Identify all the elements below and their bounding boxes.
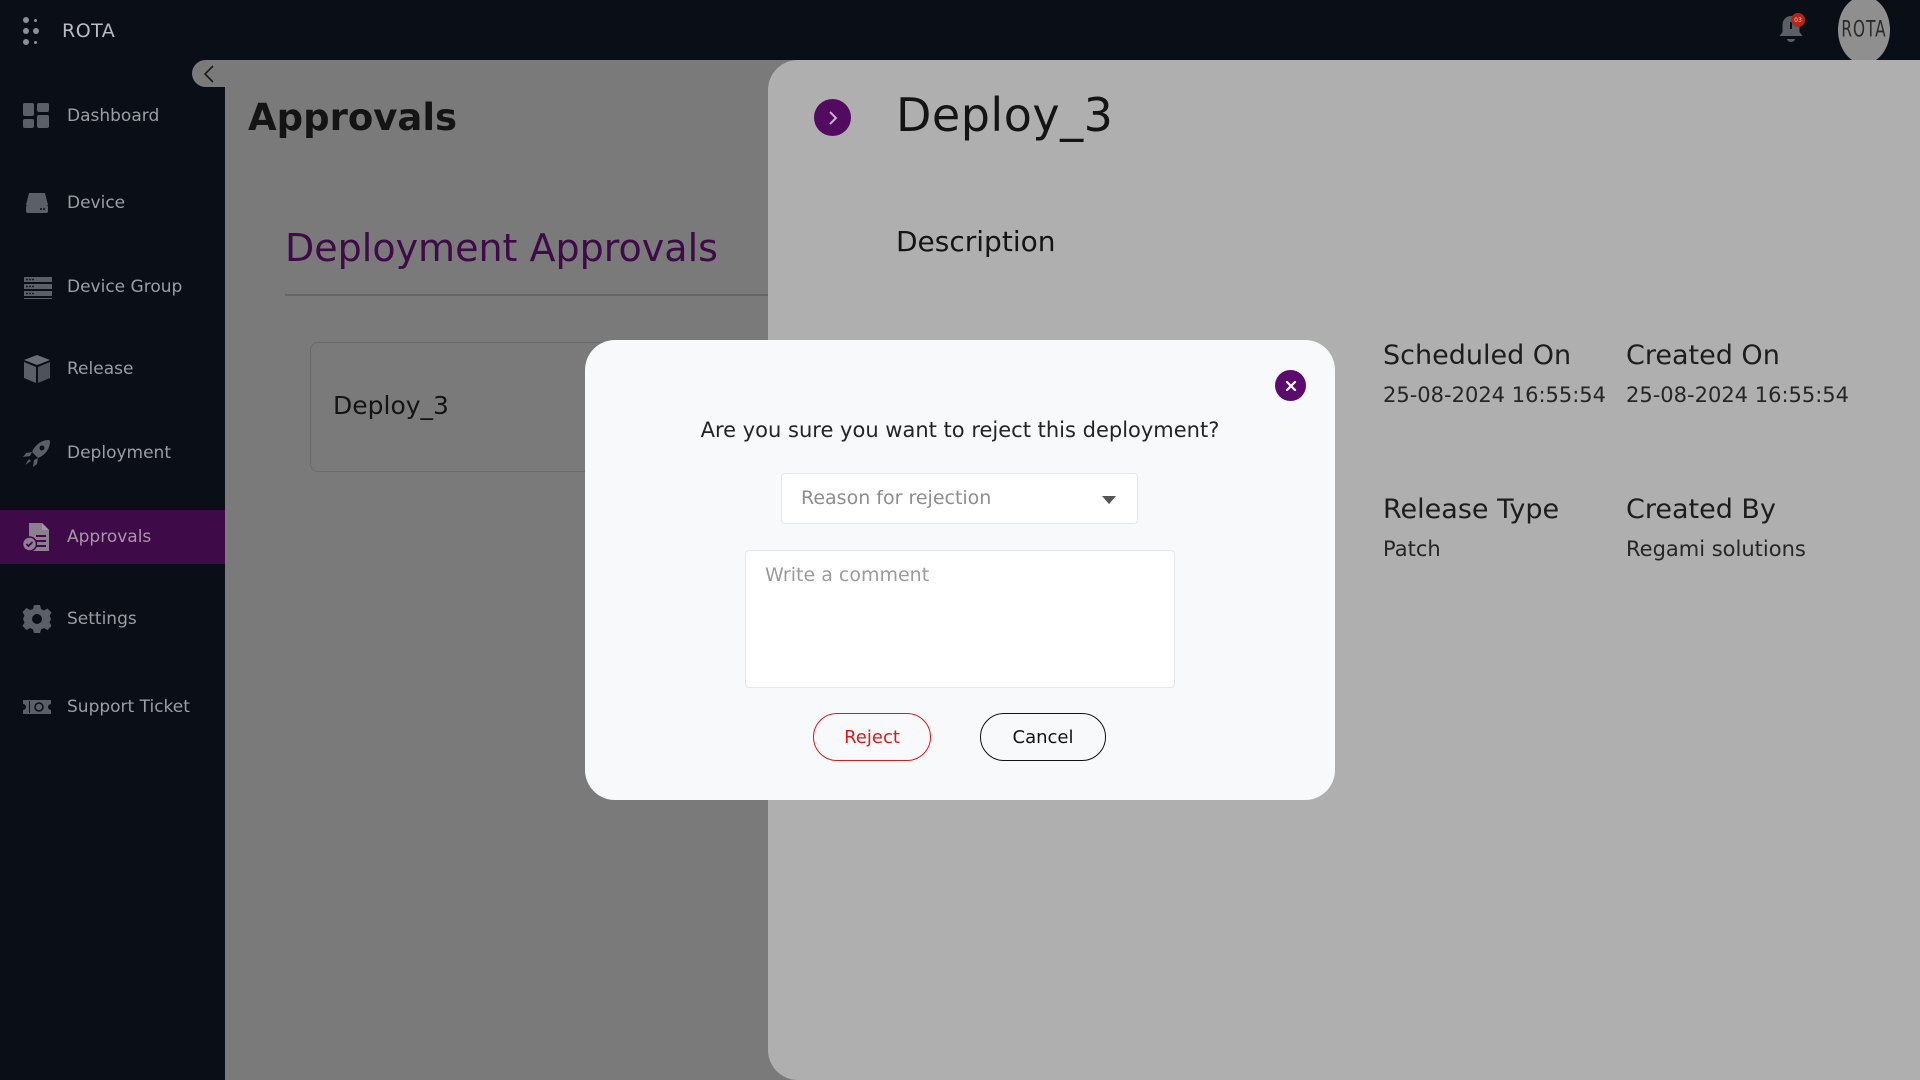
sidebar-item-deployment[interactable]: Deployment <box>0 426 225 480</box>
rocket-icon <box>23 440 50 467</box>
top-bar: ROTA 03 ROTA <box>0 0 1920 64</box>
chevron-down-icon <box>1102 496 1116 504</box>
gear-icon <box>22 605 52 633</box>
rejection-reason-placeholder: Reason for rejection <box>801 487 992 509</box>
sidebar-item-label: Approvals <box>67 527 152 547</box>
created-on-value: 25-08-2024 16:55:54 <box>1626 383 1850 407</box>
release-type-label: Release Type <box>1383 494 1560 525</box>
dashboard-icon <box>23 103 49 128</box>
comment-input[interactable] <box>745 550 1175 688</box>
release-box-icon <box>24 355 50 383</box>
sidebar-item-label: Settings <box>67 609 137 629</box>
sidebar-item-label: Release <box>67 359 134 379</box>
ticket-icon <box>23 700 51 714</box>
collapse-sidebar-button[interactable] <box>192 60 225 87</box>
reject-confirmation-dialog: Are you sure you want to reject this dep… <box>585 340 1335 800</box>
sidebar-item-dashboard[interactable]: Dashboard <box>0 89 225 143</box>
rejection-reason-select[interactable]: Reason for rejection <box>781 473 1138 524</box>
device-icon <box>26 193 48 213</box>
sidebar-item-device[interactable]: Device <box>0 176 225 230</box>
reject-button[interactable]: Reject <box>813 713 931 761</box>
approval-item-title: Deploy_3 <box>333 391 449 420</box>
brand[interactable]: ROTA <box>22 16 115 46</box>
sidebar: Dashboard Device Device Group Release De… <box>0 60 225 1080</box>
created-on-label: Created On <box>1626 340 1780 371</box>
sidebar-item-label: Device Group <box>67 277 183 297</box>
section-title: Deployment Approvals <box>285 226 718 270</box>
detail-title: Deploy_3 <box>896 88 1114 142</box>
chevron-left-icon <box>203 64 214 83</box>
created-by-value: Regami solutions <box>1626 537 1806 561</box>
chevron-right-icon <box>828 110 837 125</box>
sidebar-item-label: Support Ticket <box>67 697 190 717</box>
close-dialog-button[interactable] <box>1275 370 1306 401</box>
approvals-document-icon <box>22 523 49 552</box>
sidebar-item-label: Dashboard <box>67 106 160 126</box>
sidebar-item-approvals[interactable]: Approvals <box>0 510 225 564</box>
app-logo-icon <box>22 16 42 46</box>
page-title: Approvals <box>248 96 458 139</box>
section-divider <box>285 294 768 296</box>
sidebar-item-support-ticket[interactable]: Support Ticket <box>0 680 225 734</box>
description-label: Description <box>896 225 1056 258</box>
user-avatar[interactable]: ROTA <box>1838 0 1890 64</box>
created-by-label: Created By <box>1626 494 1776 525</box>
app-name: ROTA <box>62 20 116 42</box>
scheduled-on-value: 25-08-2024 16:55:54 <box>1383 383 1607 407</box>
scheduled-on-label: Scheduled On <box>1383 340 1572 371</box>
dialog-question: Are you sure you want to reject this dep… <box>700 418 1220 442</box>
notification-badge: 03 <box>1791 13 1805 27</box>
close-detail-button[interactable] <box>814 99 851 136</box>
sidebar-item-settings[interactable]: Settings <box>0 592 225 646</box>
device-group-icon <box>24 277 52 299</box>
close-icon <box>1285 380 1296 391</box>
cancel-button[interactable]: Cancel <box>980 713 1106 761</box>
sidebar-item-label: Deployment <box>67 443 171 463</box>
sidebar-item-release[interactable]: Release <box>0 342 225 396</box>
release-type-value: Patch <box>1383 537 1441 561</box>
sidebar-item-device-group[interactable]: Device Group <box>0 260 225 314</box>
sidebar-item-label: Device <box>67 193 126 213</box>
